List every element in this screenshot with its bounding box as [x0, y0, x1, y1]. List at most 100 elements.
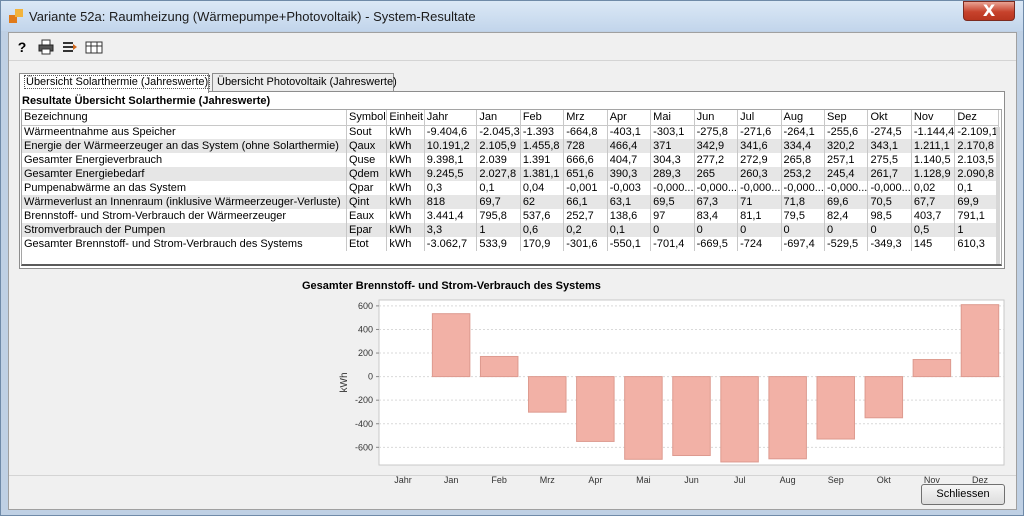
- table-cell: 265: [694, 167, 739, 181]
- table-row[interactable]: Gesamter Energieverbrauch Quse kWh 9.398,1 2…: [22, 153, 999, 167]
- table-cell: 245,4: [824, 167, 869, 181]
- table-cell: 651,6: [563, 167, 608, 181]
- table-cell: -349,3: [867, 237, 912, 251]
- x-tick-label: Jul: [734, 475, 746, 485]
- column-header[interactable]: Bezeichnung: [22, 110, 347, 126]
- chart-title: Gesamter Brennstoff- und Strom-Verbrauch…: [302, 280, 601, 292]
- table-cell: 9.245,5: [424, 167, 478, 181]
- table-cell: 71,8: [781, 195, 825, 209]
- x-tick-label: Jun: [684, 475, 699, 485]
- help-icon: ?: [17, 39, 27, 55]
- table-cell: -664,8: [563, 125, 608, 139]
- x-tick-label: Mrz: [540, 475, 555, 485]
- column-header[interactable]: Nov: [911, 110, 956, 126]
- tab-solarthermie-label: Übersicht Solarthermie (Jahreswerte): [24, 75, 211, 89]
- bar-okt[interactable]: [864, 376, 904, 419]
- column-header[interactable]: Jul: [737, 110, 782, 126]
- print-button[interactable]: [37, 38, 55, 56]
- column-header[interactable]: Mrz: [563, 110, 608, 126]
- column-header[interactable]: Sep: [824, 110, 869, 126]
- export-button[interactable]: [61, 38, 79, 56]
- tab-photovoltaik-label: Übersicht Photovoltaik (Jahreswerte): [217, 76, 397, 88]
- table-cell: kWh: [386, 223, 425, 237]
- table-cell: 0,3: [424, 181, 478, 195]
- table-cell: kWh: [386, 237, 425, 251]
- column-header[interactable]: Okt: [867, 110, 912, 126]
- table-row[interactable]: Wärmeverlust an Innenraum (inklusive Wär…: [22, 195, 999, 209]
- table-cell: 537,6: [520, 209, 565, 223]
- column-header[interactable]: Mai: [650, 110, 695, 126]
- table-cell: -0,001: [563, 181, 608, 195]
- table-row[interactable]: Gesamter Brennstoff- und Strom-Verbrauch…: [22, 237, 999, 251]
- window-close-button[interactable]: X: [963, 1, 1015, 21]
- column-header[interactable]: Symbol: [346, 110, 388, 126]
- table-cell: -669,5: [694, 237, 739, 251]
- table-cell: 0,1: [954, 181, 999, 195]
- close-button[interactable]: Schliessen: [921, 484, 1005, 505]
- bar-jun[interactable]: [672, 376, 711, 457]
- print-preview-button[interactable]: [85, 38, 103, 56]
- bar-jul[interactable]: [720, 376, 759, 463]
- table-scrollbar[interactable]: [996, 127, 1000, 264]
- table-cell: -529,5: [824, 237, 869, 251]
- bar-mrz[interactable]: [528, 376, 567, 413]
- column-header[interactable]: Jahr: [424, 110, 478, 126]
- table-cell: Etot: [346, 237, 388, 251]
- x-tick-label: Apr: [588, 475, 602, 485]
- bar-sep[interactable]: [816, 376, 855, 440]
- column-header[interactable]: Jan: [476, 110, 521, 126]
- tab-solarthermie[interactable]: Übersicht Solarthermie (Jahreswerte): [19, 73, 211, 93]
- table-cell: -724: [737, 237, 782, 251]
- table-row[interactable]: Energie der Wärmeerzeuger an das System …: [22, 139, 999, 153]
- column-header[interactable]: Aug: [781, 110, 825, 126]
- bar-feb[interactable]: [479, 355, 519, 378]
- bar-nov[interactable]: [912, 359, 952, 378]
- table-cell: 610,3: [954, 237, 999, 251]
- column-header[interactable]: Dez: [954, 110, 999, 126]
- bar-aug[interactable]: [768, 376, 807, 460]
- table-cell: Wärmeentnahme aus Speicher: [22, 125, 347, 139]
- table-cell: Qpar: [346, 181, 388, 195]
- tab-photovoltaik[interactable]: Übersicht Photovoltaik (Jahreswerte): [212, 73, 397, 92]
- table-cell: 145: [911, 237, 956, 251]
- table-cell: 79,5: [781, 209, 825, 223]
- table-cell: 390,3: [607, 167, 652, 181]
- table-cell: 0: [781, 223, 825, 237]
- bar-dez[interactable]: [960, 304, 1000, 378]
- table-cell: 341,6: [737, 139, 782, 153]
- column-header[interactable]: Jun: [694, 110, 739, 126]
- table-cell: 1.455,8: [520, 139, 565, 153]
- bar-mai[interactable]: [624, 376, 663, 460]
- table-cell: 98,5: [867, 209, 912, 223]
- window-title: Variante 52a: Raumheizung (Wärmepumpe+Ph…: [29, 9, 476, 24]
- table-cell: Gesamter Energiebedarf: [22, 167, 347, 181]
- table-cell: -9.404,6: [424, 125, 478, 139]
- table-cell: 67,7: [911, 195, 956, 209]
- table-cell: 0: [650, 223, 695, 237]
- column-header[interactable]: Einheit: [386, 110, 425, 126]
- title-bar[interactable]: Variante 52a: Raumheizung (Wärmepumpe+Ph…: [1, 1, 1023, 31]
- table-row[interactable]: Gesamter Energiebedarf Qdem kWh 9.245,5 2.02…: [22, 167, 999, 181]
- table-cell: -275,8: [694, 125, 739, 139]
- table-row[interactable]: Pumpenabwärme an das System Qpar kWh 0,3 0,1…: [22, 181, 999, 195]
- table-cell: 342,9: [694, 139, 739, 153]
- help-button[interactable]: ?: [13, 38, 31, 56]
- column-header[interactable]: Apr: [607, 110, 652, 126]
- table-cell: -1.144,4: [911, 125, 956, 139]
- results-table-container[interactable]: Bezeichnung Symbol Einheit Jahr Jan Feb …: [21, 109, 1002, 266]
- bar-jan[interactable]: [431, 313, 471, 378]
- table-cell: 170,9: [520, 237, 565, 251]
- bar-apr[interactable]: [576, 376, 615, 442]
- table-cell: -303,1: [650, 125, 695, 139]
- table-row[interactable]: Brennstoff- und Strom-Verbrauch der Wärm…: [22, 209, 999, 223]
- table-row[interactable]: Wärmeentnahme aus Speicher Sout kWh -9.404,…: [22, 125, 999, 139]
- table-cell: 253,2: [781, 167, 825, 181]
- table-cell: 83,4: [694, 209, 739, 223]
- table-cell: 1.140,5: [911, 153, 956, 167]
- y-tick-label: -200: [355, 395, 373, 405]
- table-cell: 1.391: [520, 153, 565, 167]
- table-cell: 666,6: [563, 153, 608, 167]
- table-row[interactable]: Stromverbrauch der Pumpen Epar kWh 3,3 1 0,6 0…: [22, 223, 999, 237]
- column-header[interactable]: Feb: [520, 110, 565, 126]
- table-cell: Brennstoff- und Strom-Verbrauch der Wärm…: [22, 209, 347, 223]
